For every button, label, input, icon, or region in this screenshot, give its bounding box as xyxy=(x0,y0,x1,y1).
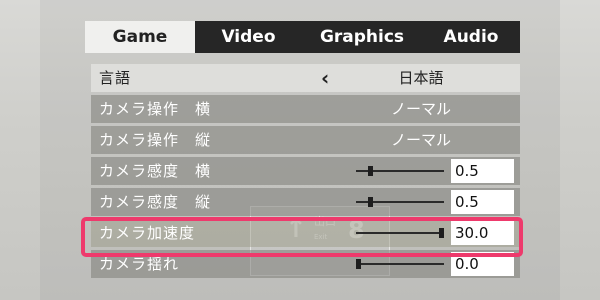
setting-row-sensitivity-horizontal: カメラ感度 横 0.5 xyxy=(91,157,520,185)
setting-label: カメラ加速度 xyxy=(99,224,196,242)
chevron-left-icon[interactable]: ‹ xyxy=(321,64,329,92)
sensitivity-horizontal-slider[interactable] xyxy=(356,166,444,176)
setting-row-language[interactable]: 言語 ‹ 日本語 xyxy=(91,64,520,92)
language-value[interactable]: 日本語 xyxy=(331,64,511,92)
tab-video[interactable]: Video xyxy=(195,21,302,53)
tab-game[interactable]: Game xyxy=(85,21,195,53)
slider-knob[interactable] xyxy=(368,197,374,207)
setting-row-acceleration: カメラ加速度 30.0 xyxy=(91,219,520,247)
camera-vertical-value[interactable]: ノーマル xyxy=(331,126,511,154)
slider-knob[interactable] xyxy=(368,166,374,176)
sensitivity-horizontal-input[interactable]: 0.5 xyxy=(451,159,514,183)
setting-label: カメラ感度 横 xyxy=(99,162,212,180)
setting-label: カメラ感度 縦 xyxy=(99,193,212,211)
settings-tabs: Game Video Graphics Audio xyxy=(85,21,520,53)
camera-horizontal-value[interactable]: ノーマル xyxy=(331,95,511,123)
sensitivity-vertical-slider[interactable] xyxy=(356,197,444,207)
acceleration-slider[interactable] xyxy=(356,228,444,238)
setting-label: カメラ操作 縦 xyxy=(99,131,212,149)
acceleration-input[interactable]: 30.0 xyxy=(451,221,514,245)
setting-row-sensitivity-vertical: カメラ感度 縦 0.5 xyxy=(91,188,520,216)
sensitivity-vertical-input[interactable]: 0.5 xyxy=(451,190,514,214)
camera-shake-slider[interactable] xyxy=(356,259,444,269)
slider-knob[interactable] xyxy=(439,228,444,238)
tab-graphics[interactable]: Graphics xyxy=(302,21,422,53)
settings-list: 言語 ‹ 日本語 カメラ操作 横 ノーマル カメラ操作 縦 ノーマル カメラ感度… xyxy=(91,64,520,281)
tab-audio[interactable]: Audio xyxy=(422,21,520,53)
setting-row-camera-vertical[interactable]: カメラ操作 縦 ノーマル xyxy=(91,126,520,154)
setting-label: カメラ操作 横 xyxy=(99,100,212,118)
slider-knob[interactable] xyxy=(356,259,361,269)
camera-shake-input[interactable]: 0.0 xyxy=(451,252,514,276)
setting-row-camera-horizontal[interactable]: カメラ操作 横 ノーマル xyxy=(91,95,520,123)
setting-label: カメラ揺れ xyxy=(99,255,180,273)
setting-row-camera-shake: カメラ揺れ 0.0 xyxy=(91,250,520,278)
setting-label: 言語 xyxy=(99,69,132,87)
